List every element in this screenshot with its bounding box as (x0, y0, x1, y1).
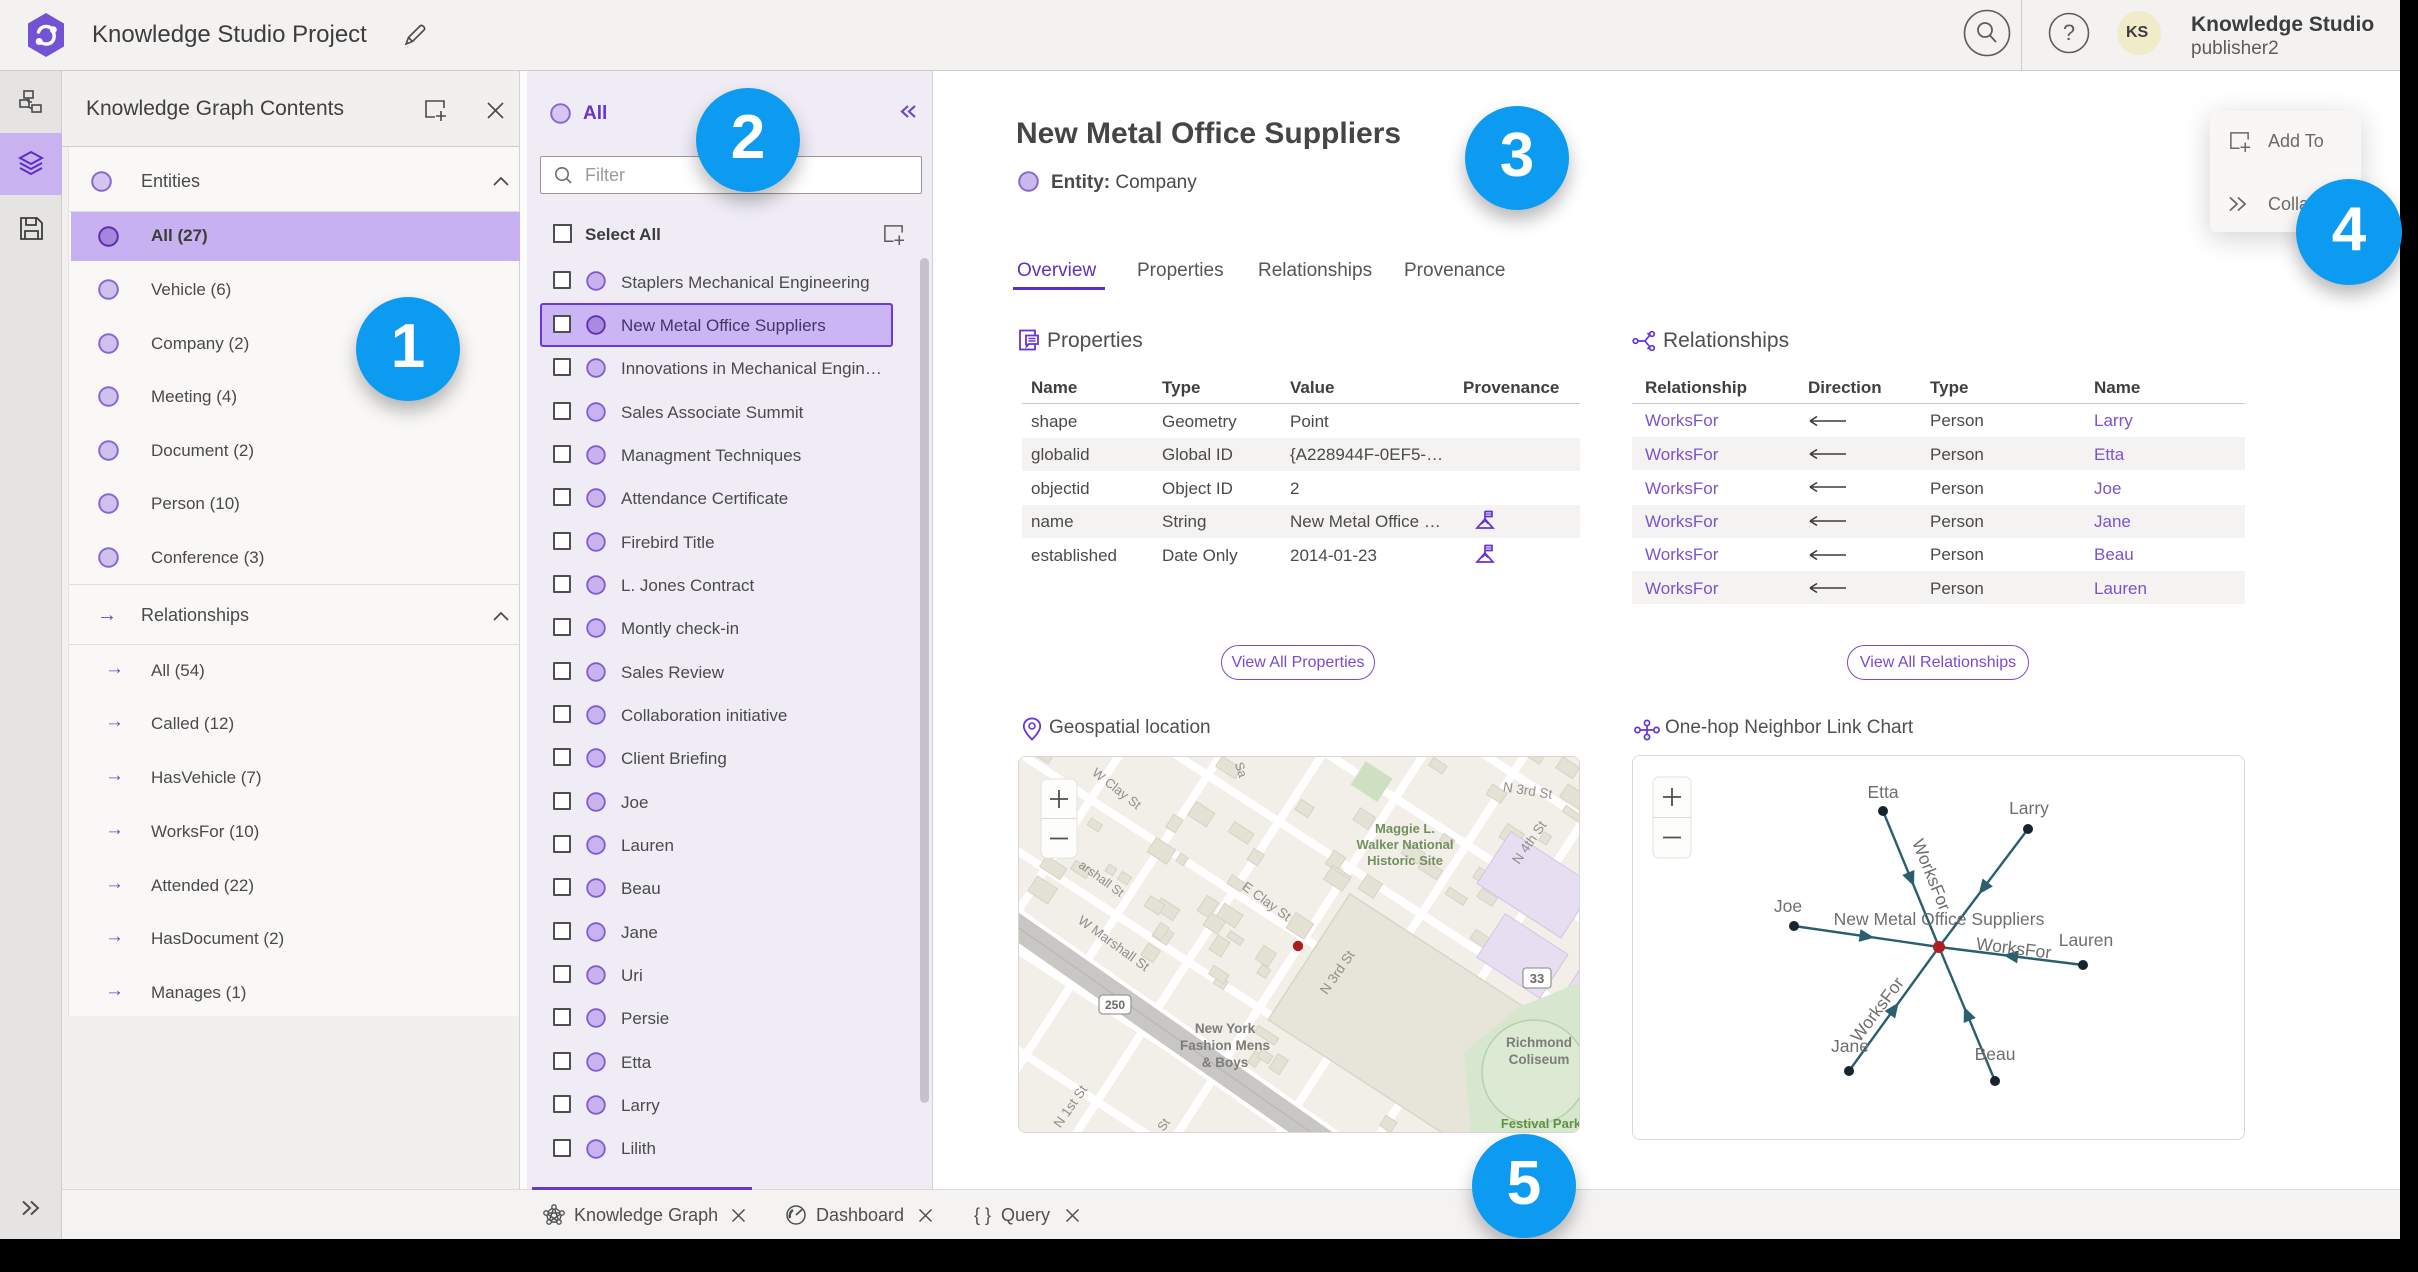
svg-text:Joe: Joe (1774, 896, 1802, 916)
svg-text:Fashion Mens: Fashion Mens (1180, 1038, 1270, 1053)
svg-text:Beau: Beau (1975, 1044, 2016, 1064)
svg-text:Larry: Larry (2009, 798, 2049, 818)
svg-text:Historic Site: Historic Site (1367, 853, 1443, 868)
svg-text:New York: New York (1195, 1021, 1256, 1036)
svg-text:Lauren: Lauren (2059, 930, 2114, 950)
svg-text:Maggie L.: Maggie L. (1375, 821, 1435, 836)
svg-text:& Boys: & Boys (1202, 1055, 1249, 1070)
svg-text:Etta: Etta (1867, 782, 1898, 802)
svg-text:Festival Park: Festival Park (1501, 1116, 1580, 1131)
svg-text:Richmond: Richmond (1506, 1035, 1572, 1050)
svg-text:Walker National: Walker National (1356, 837, 1453, 852)
svg-text:33: 33 (1530, 971, 1544, 986)
svg-text:250: 250 (1105, 998, 1125, 1012)
svg-text:Coliseum: Coliseum (1509, 1052, 1570, 1067)
svg-text:?: ? (2063, 20, 2075, 45)
